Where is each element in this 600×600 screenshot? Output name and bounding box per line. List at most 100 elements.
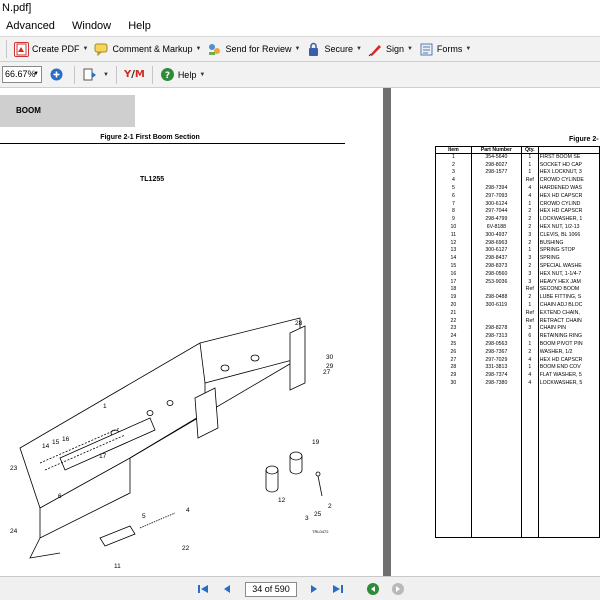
cell-item: 24: [435, 332, 472, 341]
empty-cell: [537, 387, 600, 538]
page-number-field[interactable]: 34 of 590: [245, 582, 297, 597]
table-row: 15 298-8373 2 SPECIAL WASHE: [435, 262, 600, 271]
zoom-in-icon: [49, 67, 64, 82]
cell-description: CHAIN ADJ BLOC: [537, 301, 600, 310]
cell-part-number: 297-7093: [470, 192, 522, 201]
cell-item: 26: [435, 348, 472, 357]
cell-qty: 4: [520, 371, 539, 380]
toolbar-divider: [74, 65, 75, 84]
cell-description: FIRST BOOM SE: [537, 153, 600, 162]
first-page-icon[interactable]: [196, 582, 210, 596]
cell-item: 7: [435, 200, 472, 209]
cell-part-number: 298-7313: [470, 332, 522, 341]
review-icon: [207, 42, 222, 57]
cell-description: FLAT WASHER, 5: [537, 371, 600, 380]
cell-qty: 3: [520, 231, 539, 240]
table-row: 3 298-1577 1 HEX LOCKNUT, 3: [435, 169, 600, 177]
svg-text:25: 25: [314, 511, 322, 518]
comment-markup-button[interactable]: Comment & Markup ▼: [91, 38, 204, 60]
menu-window[interactable]: Window: [72, 20, 111, 32]
table-row: 26 298-7367 2 WASHER, 1/2: [435, 348, 600, 357]
document-viewport[interactable]: BOOM Figure 2-1 First Boom Section TL125…: [0, 88, 600, 576]
cell-qty: 2: [520, 239, 539, 248]
cell-description: HEAVY HEX JAM: [537, 278, 600, 287]
cell-part-number: 297-7044: [470, 208, 522, 216]
cell-item: 18: [435, 286, 472, 294]
cell-description: HEX HD CAPSCR: [537, 192, 600, 201]
cell-description: CLEVIS, BL 1066: [537, 231, 600, 240]
table-row: 13 300-6127 1 SPRING STOP: [435, 247, 600, 255]
ym-plugin-button[interactable]: Y/M: [121, 64, 148, 86]
cell-item: 14: [435, 254, 472, 263]
send-for-review-button[interactable]: Send for Review ▼: [204, 38, 303, 60]
previous-view-icon[interactable]: [366, 582, 380, 596]
table-row: 20 300-6119 1 CHAIN ADJ BLOC: [435, 301, 600, 310]
cell-description: BOOM END COV: [537, 364, 600, 372]
table-row: 6 297-7093 4 HEX HD CAPSCR: [435, 192, 600, 201]
cell-part-number: 298-0560: [470, 270, 522, 279]
next-page-icon[interactable]: [307, 582, 321, 596]
cell-qty: Ref: [520, 309, 539, 318]
cell-part-number: 298-4799: [470, 215, 522, 224]
drawing-id: TRL0472: [312, 529, 329, 534]
page-display-button[interactable]: ▼: [79, 64, 112, 86]
cell-item: 10: [435, 223, 472, 232]
empty-cell: [470, 387, 522, 538]
cell-description: CROWD CYLINDE: [537, 176, 600, 185]
cell-part-number: [470, 317, 522, 326]
figure-title: Figure 2-1 First Boom Section: [100, 134, 200, 141]
cell-part-number: 253-9036: [470, 278, 522, 287]
table-row: 18 Ref SECOND BOOM: [435, 286, 600, 294]
svg-text:2: 2: [328, 503, 332, 510]
svg-text:14: 14: [42, 443, 50, 450]
cell-description: RETAINING RING: [537, 332, 600, 341]
svg-text:23: 23: [10, 465, 18, 472]
svg-text:19: 19: [312, 439, 320, 446]
forms-button[interactable]: Forms ▼: [416, 38, 474, 60]
menu-advanced[interactable]: Advanced: [6, 20, 55, 32]
cell-part-number: 354-5640: [470, 153, 522, 162]
next-view-icon[interactable]: [391, 582, 405, 596]
svg-text:16: 16: [62, 436, 70, 443]
cell-description: BUSHING: [537, 239, 600, 248]
cell-item: 9: [435, 215, 472, 224]
toolbar-divider: [6, 40, 7, 58]
last-page-icon[interactable]: [331, 582, 345, 596]
zoom-level-field[interactable]: 66.67% ▼: [2, 66, 42, 83]
chevron-down-icon: ▼: [33, 71, 39, 77]
table-row: 1 354-5640 1 FIRST BOOM SE: [435, 153, 600, 162]
secure-button[interactable]: Secure ▼: [303, 38, 364, 60]
zoom-in-button[interactable]: [46, 64, 70, 86]
cell-part-number: 298-0563: [470, 340, 522, 349]
table-row: 14 298-8437 3 SPRING: [435, 254, 600, 263]
cell-part-number: 298-7374: [470, 371, 522, 380]
chevron-down-icon: ▼: [82, 46, 89, 52]
svg-text:3: 3: [305, 515, 309, 522]
help-button[interactable]: ? Help ▼: [157, 64, 208, 86]
chevron-down-icon: ▼: [195, 46, 202, 52]
svg-text:4: 4: [186, 507, 190, 514]
menu-help[interactable]: Help: [128, 20, 151, 32]
cell-qty: Ref: [520, 317, 539, 326]
previous-page-icon[interactable]: [220, 582, 234, 596]
cell-qty: 4: [520, 184, 539, 193]
cell-part-number: 298-6963: [470, 239, 522, 248]
cell-item: 13: [435, 247, 472, 255]
chevron-down-icon: ▼: [355, 46, 362, 52]
cell-part-number: 297-7029: [470, 356, 522, 365]
cell-description: HEX LOCKNUT, 3: [537, 169, 600, 177]
cell-qty: 2: [520, 293, 539, 302]
cell-description: HEX HD CAPSCR: [537, 356, 600, 365]
sign-button[interactable]: Sign ▼: [365, 38, 416, 60]
table-row: 4 Ref CROWD CYLINDE: [435, 176, 600, 185]
section-banner: BOOM: [0, 95, 135, 127]
cell-item: 1: [435, 153, 472, 162]
ym-logo-icon: Y/M: [123, 69, 145, 80]
chevron-down-icon: ▼: [103, 71, 109, 78]
table-row: 22 Ref RETRACT CHAIN: [435, 317, 600, 326]
column-header-qty: Qty.: [520, 146, 539, 154]
cell-description: WASHER, 1/2: [537, 348, 600, 357]
figure-title: Figure 2-: [569, 136, 599, 143]
cell-part-number: 300-6127: [470, 247, 522, 255]
create-pdf-button[interactable]: Create PDF ▼: [11, 38, 91, 60]
